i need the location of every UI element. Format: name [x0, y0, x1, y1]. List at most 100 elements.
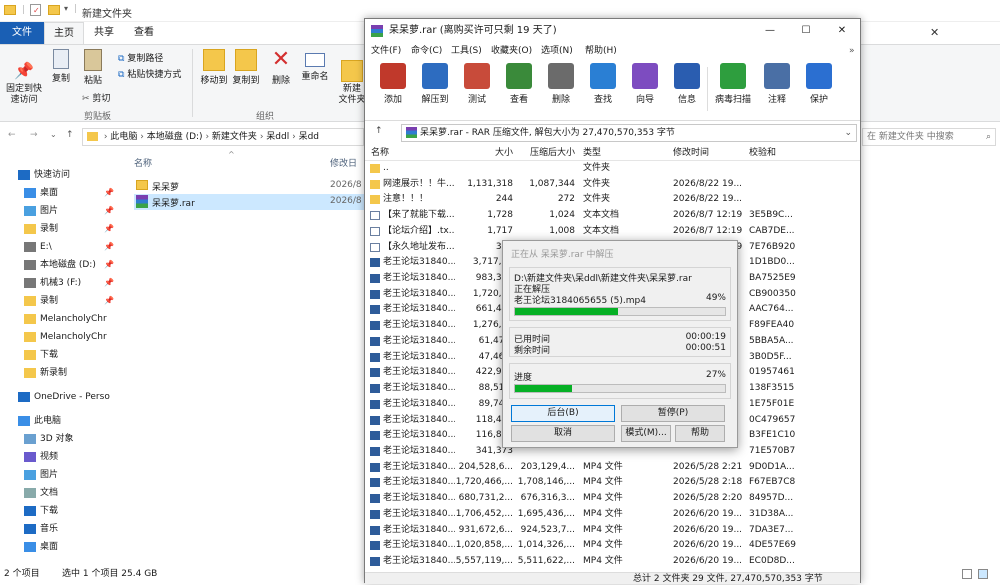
minimize-button[interactable]: —: [755, 19, 785, 43]
cut-button[interactable]: ✂ 剪切: [82, 91, 110, 104]
tab-share[interactable]: 共享: [84, 22, 124, 44]
back-arrow-icon[interactable]: ←: [8, 130, 16, 140]
background-button[interactable]: 后台(B): [511, 405, 615, 422]
nav-item[interactable]: 图片: [24, 466, 118, 484]
menu-tools[interactable]: 工具(S): [451, 43, 482, 59]
nav-item[interactable]: 桌面: [24, 538, 118, 556]
column-header-name[interactable]: 名称: [134, 156, 152, 169]
up-folder-icon[interactable]: ↑: [375, 126, 383, 136]
close-button[interactable]: ✕: [827, 19, 857, 43]
nav-item[interactable]: E:\📌: [24, 238, 118, 256]
list-item[interactable]: 呆呆萝 2026/8: [134, 178, 370, 194]
table-row[interactable]: 老王论坛31840...1,720,466,...1,708,146,...MP…: [365, 475, 860, 491]
menu-commands[interactable]: 命令(C): [411, 43, 442, 59]
column-header-date[interactable]: 修改日: [330, 156, 357, 169]
quick-access-dropdown-icon[interactable]: ▾: [64, 4, 68, 13]
column-header-name[interactable]: 名称: [371, 145, 389, 161]
archive-path-field[interactable]: 呆呆萝.rar - RAR 压缩文件, 解包大小为 27,470,570,353…: [401, 124, 857, 142]
breadcrumb-current[interactable]: 呆dd: [299, 132, 319, 142]
nav-item[interactable]: 桌面📌: [24, 184, 118, 202]
copy-button[interactable]: 复制: [46, 49, 76, 84]
delete-button[interactable]: ✕删除: [266, 49, 296, 86]
paste-button[interactable]: 粘贴: [78, 49, 108, 86]
nav-item[interactable]: 快速访问: [18, 166, 118, 184]
toolbar-chevron-icon[interactable]: »: [849, 43, 855, 59]
menu-options[interactable]: 选项(N): [541, 43, 573, 59]
toolbar-add-button[interactable]: 添加: [373, 63, 413, 105]
pin-quick-access-button[interactable]: 📌固定到快 速访问: [4, 49, 44, 106]
table-row[interactable]: 老王论坛31840...680,731,2...676,316,3...MP4 …: [365, 491, 860, 507]
table-row[interactable]: 网速展示！！牛...1,131,3181,087,344文件夹2026/8/22…: [365, 177, 860, 193]
toolbar-virus-scan-button[interactable]: 病毒扫描: [713, 63, 753, 105]
nav-item[interactable]: 下载: [24, 502, 118, 520]
table-row[interactable]: 注意！！！244272文件夹2026/8/22 19...: [365, 192, 860, 208]
nav-item[interactable]: 新录制: [24, 364, 118, 382]
nav-item[interactable]: 音乐: [24, 520, 118, 538]
nav-item[interactable]: 文档: [24, 484, 118, 502]
properties-icon[interactable]: ✓: [30, 4, 41, 16]
nav-item[interactable]: MelancholyChr: [24, 328, 118, 346]
nav-item[interactable]: 录制📌: [24, 292, 118, 310]
recent-chevron-icon[interactable]: ⌄: [50, 130, 57, 139]
table-row[interactable]: 老王论坛31840...5,557,119,...5,511,622,...MP…: [365, 554, 860, 570]
nav-item[interactable]: 此电脑: [18, 412, 118, 430]
table-row[interactable]: ..文件夹: [365, 161, 860, 177]
paste-shortcut-button[interactable]: ⧉ 粘贴快捷方式: [118, 67, 181, 80]
menu-file[interactable]: 文件(F): [371, 43, 401, 59]
tab-home[interactable]: 主页: [44, 22, 84, 44]
toolbar-comment-button[interactable]: 注释: [757, 63, 797, 105]
large-icons-view-icon[interactable]: [978, 569, 988, 579]
toolbar-view-button[interactable]: 查看: [499, 63, 539, 105]
column-header-size[interactable]: 大小: [457, 145, 513, 161]
nav-item[interactable]: 机械3 (F:)📌: [24, 274, 118, 292]
help-button[interactable]: 帮助: [675, 425, 725, 442]
column-header-modified[interactable]: 修改时间: [673, 145, 709, 161]
nav-item[interactable]: 录制📌: [24, 220, 118, 238]
path-dropdown-icon[interactable]: ⌄: [844, 125, 852, 141]
toolbar-test-button[interactable]: 测试: [457, 63, 497, 105]
move-to-button[interactable]: 移动到: [198, 49, 230, 86]
copy-path-button[interactable]: ⧉ 复制路径: [118, 51, 163, 64]
nav-item[interactable]: 3D 对象: [24, 430, 118, 448]
toolbar-protect-button[interactable]: 保护: [799, 63, 839, 105]
tab-file[interactable]: 文件: [0, 22, 44, 44]
nav-item[interactable]: 下载: [24, 346, 118, 364]
mode-button[interactable]: 模式(M)...: [621, 425, 671, 442]
pause-button[interactable]: 暂停(P): [621, 405, 725, 422]
breadcrumb-this-pc[interactable]: 此电脑: [110, 132, 137, 142]
breadcrumb-drive-d[interactable]: 本地磁盘 (D:): [147, 132, 203, 142]
list-item-selected[interactable]: 呆呆萝.rar 2026/8: [134, 194, 370, 210]
maximize-button[interactable]: ☐: [791, 19, 821, 43]
column-header-type[interactable]: 类型: [583, 145, 601, 161]
table-row[interactable]: 老王论坛31840...1,020,858,...1,014,326,...MP…: [365, 538, 860, 554]
table-row[interactable]: 老王论坛31840...931,672,6...924,523,7...MP4 …: [365, 523, 860, 539]
breadcrumb-new-folder[interactable]: 新建文件夹: [212, 132, 257, 142]
menu-favorites[interactable]: 收藏夹(O): [491, 43, 532, 59]
tab-view[interactable]: 查看: [124, 22, 164, 44]
address-bar[interactable]: › 此电脑 › 本地磁盘 (D:) › 新建文件夹 › 呆ddl › 呆dd: [82, 128, 364, 146]
up-arrow-icon[interactable]: ↑: [66, 130, 74, 140]
toolbar-find-button[interactable]: 查找: [583, 63, 623, 105]
toolbar-extract-button[interactable]: 解压到: [415, 63, 455, 105]
nav-item[interactable]: 图片📌: [24, 202, 118, 220]
copy-to-button[interactable]: 复制到: [230, 49, 262, 86]
table-row[interactable]: 【来了就能下载...1,7281,024文本文档2026/8/7 12:193E…: [365, 208, 860, 224]
nav-item[interactable]: 本地磁盘 (D:)📌: [24, 256, 118, 274]
new-folder-button[interactable]: 新建 文件夹: [338, 49, 366, 106]
rename-button[interactable]: 重命名: [298, 49, 332, 82]
search-input[interactable]: 在 新建文件夹 中搜索 ⌕: [862, 128, 996, 146]
table-row[interactable]: 老王论坛31840...1,706,452,...1,695,436,...MP…: [365, 507, 860, 523]
toolbar-wizard-button[interactable]: 向导: [625, 63, 665, 105]
nav-item[interactable]: OneDrive - Perso: [18, 388, 118, 406]
toolbar-delete-button[interactable]: 删除: [541, 63, 581, 105]
details-view-icon[interactable]: [962, 569, 972, 579]
new-folder-quick-icon[interactable]: [48, 5, 60, 15]
toolbar-info-button[interactable]: 信息: [667, 63, 707, 105]
menu-help[interactable]: 帮助(H): [585, 43, 617, 59]
table-row[interactable]: 老王论坛31840...204,528,6...203,129,4...MP4 …: [365, 460, 860, 476]
cancel-button[interactable]: 取消: [511, 425, 615, 442]
forward-arrow-icon[interactable]: →: [30, 130, 38, 140]
column-header-packed[interactable]: 压缩后大小: [517, 145, 575, 161]
explorer-close-icon[interactable]: ✕: [930, 26, 939, 39]
nav-item[interactable]: MelancholyChr: [24, 310, 118, 328]
